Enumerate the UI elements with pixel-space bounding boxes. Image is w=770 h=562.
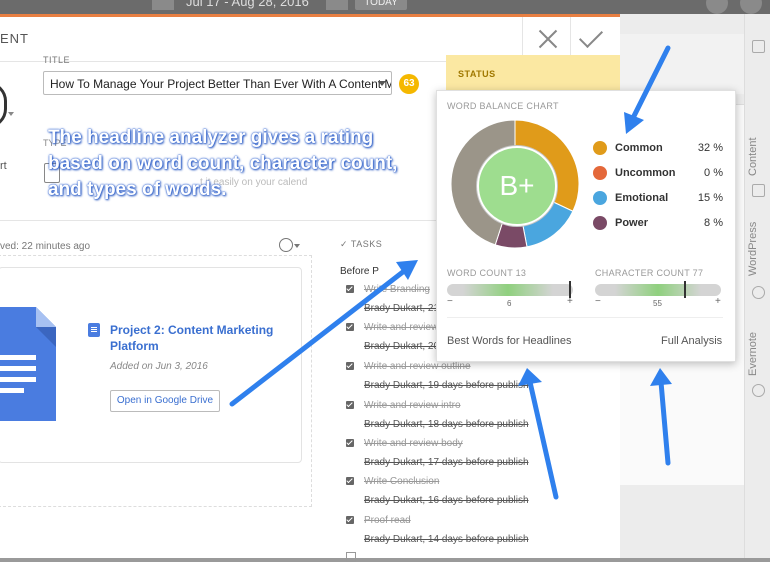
task-group-label: Before P — [340, 266, 379, 277]
legend-percent: 32 % — [697, 142, 723, 154]
attachment-date: Added on Jun 3, 2016 — [110, 361, 208, 372]
word-count-label: WORD COUNT 13 — [447, 268, 527, 278]
checkmark-icon — [578, 23, 604, 49]
sidebar-item-content[interactable]: Content — [747, 137, 759, 176]
legend-swatch — [593, 191, 607, 205]
legend-swatch — [593, 166, 607, 180]
meter-range — [615, 284, 701, 296]
task-assignee: Brady Dukart, 19 days before publish — [364, 380, 529, 391]
date-range-selector[interactable]: Jul 17 - Aug 28, 2016 — [186, 0, 309, 10]
status-label: STATUS — [458, 69, 496, 79]
sidebar-grid-icon[interactable] — [752, 40, 765, 53]
document-icon — [88, 323, 100, 337]
search-icon[interactable] — [706, 0, 728, 14]
task-assignee: Brady Dukart, 18 days before publish — [364, 419, 529, 430]
chevron-down-icon[interactable] — [294, 244, 300, 248]
character-count-meter — [595, 284, 721, 296]
task-name: Write and review outline — [364, 361, 471, 372]
headline-grade: B+ — [477, 146, 557, 226]
character-count-label: CHARACTER COUNT 77 — [595, 268, 704, 278]
content-icon — [752, 184, 765, 197]
prev-range-button[interactable] — [152, 0, 174, 10]
next-range-button[interactable] — [326, 0, 348, 10]
status-selector[interactable]: STATUS — [446, 55, 620, 90]
legend-name: Common — [615, 142, 663, 154]
headline-analyzer-popup: WORD BALANCE CHART B+ Common 32 % Uncomm… — [436, 90, 736, 362]
sidebar-item-wordpress[interactable]: WordPress — [747, 222, 759, 276]
title-label: TITLE — [43, 55, 71, 65]
character-count-marker — [684, 281, 686, 298]
task-checkbox[interactable] — [346, 401, 354, 409]
integrations-sidebar: Content WordPress Evernote — [744, 14, 770, 558]
legend-name: Power — [615, 217, 649, 229]
modal-title: ENT — [0, 31, 29, 46]
legend-common: Common 32 % — [593, 139, 723, 159]
meter-range — [463, 284, 553, 296]
content-type-label: rt — [0, 160, 7, 172]
today-button[interactable]: TODAY — [355, 0, 407, 10]
legend-name: Uncommon — [615, 167, 676, 179]
top-bar: Jul 17 - Aug 28, 2016 TODAY — [0, 0, 770, 14]
character-count-ideal: 55 — [653, 299, 662, 308]
task-checkbox[interactable] — [346, 323, 354, 331]
task-name: Write and review — [364, 322, 439, 333]
open-in-google-drive-button[interactable]: Open in Google Drive — [110, 390, 220, 412]
task-assignee: Brady Dukart, 17 days before publish — [364, 457, 529, 468]
task-checkbox[interactable] — [346, 516, 354, 524]
legend-name: Emotional — [615, 192, 669, 204]
saved-status: ved: 22 minutes ago — [0, 241, 91, 252]
title-input[interactable]: How To Manage Your Project Better Than E… — [43, 71, 392, 95]
legend-swatch — [593, 141, 607, 155]
title-input-value: How To Manage Your Project Better Than E… — [50, 77, 392, 91]
legend-power: Power 8 % — [593, 214, 723, 234]
background-card — [620, 34, 744, 94]
divider — [0, 220, 440, 221]
full-analysis-link[interactable]: Full Analysis — [661, 335, 722, 347]
minus-label: − — [595, 296, 601, 307]
legend-percent: 8 % — [704, 217, 723, 229]
task-assignee: Brady Dukart, 16 days before publish — [364, 495, 529, 506]
task-name: Write and review intro — [364, 400, 461, 411]
task-checkbox[interactable] — [346, 439, 354, 447]
legend-emotional: Emotional 15 % — [593, 189, 723, 209]
task-checkbox[interactable] — [346, 362, 354, 370]
chevron-down-icon[interactable] — [8, 112, 14, 116]
task-assignee: Brady Dukart, 14 days before publish — [364, 534, 529, 545]
plus-label: + — [715, 296, 721, 307]
legend-uncommon: Uncommon 0 % — [593, 164, 723, 184]
word-count-ideal: 6 — [507, 299, 512, 308]
divider — [447, 317, 723, 318]
share-icon[interactable] — [279, 238, 293, 252]
tasks-header-label: TASKS — [350, 239, 383, 249]
word-count-meter — [447, 284, 573, 296]
close-icon — [538, 29, 558, 49]
legend-percent: 0 % — [704, 167, 723, 179]
legend-percent: 15 % — [697, 192, 723, 204]
evernote-icon — [752, 384, 765, 397]
minus-label: − — [447, 296, 453, 307]
tasks-header: ✓ TASKS — [340, 239, 383, 249]
task-name: Write Conclusion — [364, 476, 440, 487]
annotation-callout: The headline analyzer gives a rating bas… — [48, 127, 398, 200]
task-assignee: Brady Dukart, 20 — [364, 341, 440, 352]
task-checkbox[interactable] — [346, 285, 354, 293]
legend-swatch — [593, 216, 607, 230]
task-name: Proof read — [364, 515, 411, 526]
task-assignee: Brady Dukart, 21 — [364, 303, 440, 314]
chevron-down-icon — [378, 81, 386, 86]
task-checkbox[interactable] — [346, 477, 354, 485]
task-name: Write and review body — [364, 438, 463, 449]
sidebar-item-evernote[interactable]: Evernote — [747, 332, 759, 376]
plus-label: + — [567, 296, 573, 307]
wordpress-icon — [752, 286, 765, 299]
word-balance-title: WORD BALANCE CHART — [447, 101, 559, 111]
edit-icon[interactable] — [740, 0, 762, 14]
task-checkbox[interactable] — [346, 552, 356, 562]
task-name: Write Branding — [364, 284, 430, 295]
headline-score-badge[interactable]: 63 — [399, 74, 419, 94]
attachment-title-link[interactable]: Project 2: Content Marketing Platform — [110, 322, 280, 354]
best-words-link[interactable]: Best Words for Headlines — [447, 335, 572, 347]
google-docs-icon — [0, 307, 56, 421]
